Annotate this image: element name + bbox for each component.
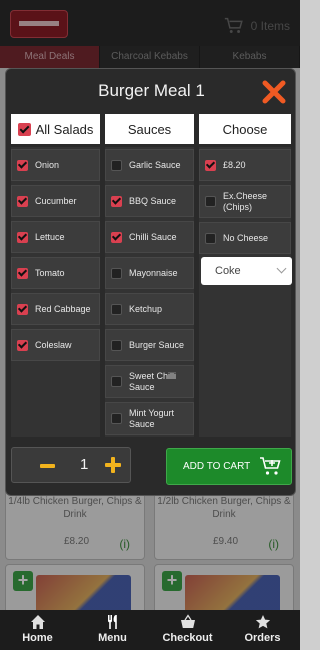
option-label: Mint Yogurt Sauce <box>129 407 175 429</box>
meal-options-modal: Burger Meal 1 All Salads Sauces Choose O… <box>5 68 296 496</box>
drink-select-value: Coke <box>215 265 241 277</box>
option-label: Sweet Chilli Sauce <box>129 370 177 392</box>
bottom-nav: Home Menu Checkout Orders <box>0 610 300 650</box>
option-label: Burger Sauce <box>129 339 185 350</box>
choose-header: Choose <box>199 114 291 144</box>
checkbox-icon <box>17 231 28 243</box>
nav-label: Home <box>22 632 53 644</box>
add-to-cart-icon <box>260 457 281 475</box>
star-icon <box>255 615 270 629</box>
checkbox-icon <box>111 195 122 207</box>
option-label: No Cheese <box>223 232 269 243</box>
nav-label: Checkout <box>162 632 213 644</box>
nav-orders[interactable]: Orders <box>225 610 300 650</box>
nav-home[interactable]: Home <box>0 610 75 650</box>
checkbox-icon <box>17 122 31 136</box>
checkbox-icon <box>111 303 122 315</box>
option-label: Ketchup <box>129 303 163 314</box>
option-label: Ex.Cheese (Chips) <box>223 190 268 212</box>
checkbox-icon <box>111 376 122 387</box>
checkbox-icon <box>111 413 122 424</box>
sauce-option-bbq[interactable]: BBQ Sauce <box>105 185 194 217</box>
choose-option-no-cheese[interactable]: No Cheese <box>199 222 291 254</box>
salad-option-tomato[interactable]: Tomato <box>11 257 100 289</box>
option-label: Red Cabbage <box>35 303 91 314</box>
option-label: Cucumber <box>35 195 77 206</box>
sauce-option-chilli[interactable]: Chilli Sauce <box>105 221 194 253</box>
checkbox-icon <box>111 231 122 243</box>
option-label: Tomato <box>35 267 65 278</box>
checkbox-icon <box>205 196 216 207</box>
increase-quantity-button[interactable] <box>105 457 121 473</box>
checkbox-icon <box>205 159 216 171</box>
checkbox-icon <box>111 339 122 351</box>
nav-menu[interactable]: Menu <box>75 610 150 650</box>
close-icon <box>262 80 286 104</box>
quantity-stepper: 1 <box>11 447 131 483</box>
checkbox-icon <box>111 159 122 171</box>
sauce-option-ketchup[interactable]: Ketchup <box>105 293 194 325</box>
checkbox-icon <box>17 303 28 315</box>
modal-title: Burger Meal 1 <box>98 81 205 100</box>
sauce-option-mayonnaise[interactable]: Mayonnaise <box>105 257 194 289</box>
salad-option-red-cabbage[interactable]: Red Cabbage <box>11 293 100 325</box>
add-to-cart-button[interactable]: ADD TO CART <box>166 448 292 485</box>
sauce-option-mint-yogurt[interactable]: Mint Yogurt Sauce <box>105 402 194 435</box>
cutlery-icon <box>107 615 117 629</box>
option-label: Coleslaw <box>35 339 72 350</box>
option-label: Chilli Sauce <box>129 231 177 242</box>
nav-label: Menu <box>98 632 127 644</box>
quantity-value: 1 <box>80 456 89 473</box>
choose-option-price[interactable]: £8.20 <box>199 149 291 181</box>
drink-select[interactable]: Coke <box>201 257 292 285</box>
checkbox-icon <box>205 232 216 244</box>
checkbox-icon <box>17 195 28 207</box>
option-label: Lettuce <box>35 231 65 242</box>
nav-label: Orders <box>244 632 281 644</box>
sauce-option-sweet-chilli[interactable]: Sweet Chilli Sauce <box>105 365 194 398</box>
salad-option-lettuce[interactable]: Lettuce <box>11 221 100 253</box>
choose-option-extra-cheese[interactable]: Ex.Cheese (Chips) <box>199 185 291 218</box>
option-label: Onion <box>35 159 60 170</box>
sauces-header-label: Sauces <box>127 121 172 137</box>
all-salads-toggle[interactable]: All Salads <box>11 114 100 144</box>
option-label: BBQ Sauce <box>129 195 177 206</box>
salads-header-label: All Salads <box>35 121 94 137</box>
decrease-quantity-button[interactable] <box>40 458 56 474</box>
option-label: Garlic Sauce <box>129 159 181 170</box>
sauce-option-garlic[interactable]: Garlic Sauce <box>105 149 194 181</box>
checkbox-icon <box>17 267 28 279</box>
add-to-cart-label: ADD TO CART <box>183 461 251 472</box>
chevron-down-icon <box>276 263 287 274</box>
salad-option-coleslaw[interactable]: Coleslaw <box>11 329 100 361</box>
option-label: £8.20 <box>223 159 246 170</box>
salad-option-onion[interactable]: Onion <box>11 149 100 181</box>
sauce-option-burger[interactable]: Burger Sauce <box>105 329 194 361</box>
home-icon <box>30 615 45 629</box>
basket-icon <box>180 614 195 628</box>
nav-checkout[interactable]: Checkout <box>150 610 225 650</box>
sauces-header: Sauces <box>105 114 194 144</box>
checkbox-icon <box>111 267 122 279</box>
checkbox-icon <box>17 339 28 351</box>
choose-header-label: Choose <box>222 121 268 137</box>
close-button[interactable] <box>261 79 287 105</box>
salad-option-cucumber[interactable]: Cucumber <box>11 185 100 217</box>
option-label: Mayonnaise <box>129 267 178 278</box>
checkbox-icon <box>17 159 28 171</box>
